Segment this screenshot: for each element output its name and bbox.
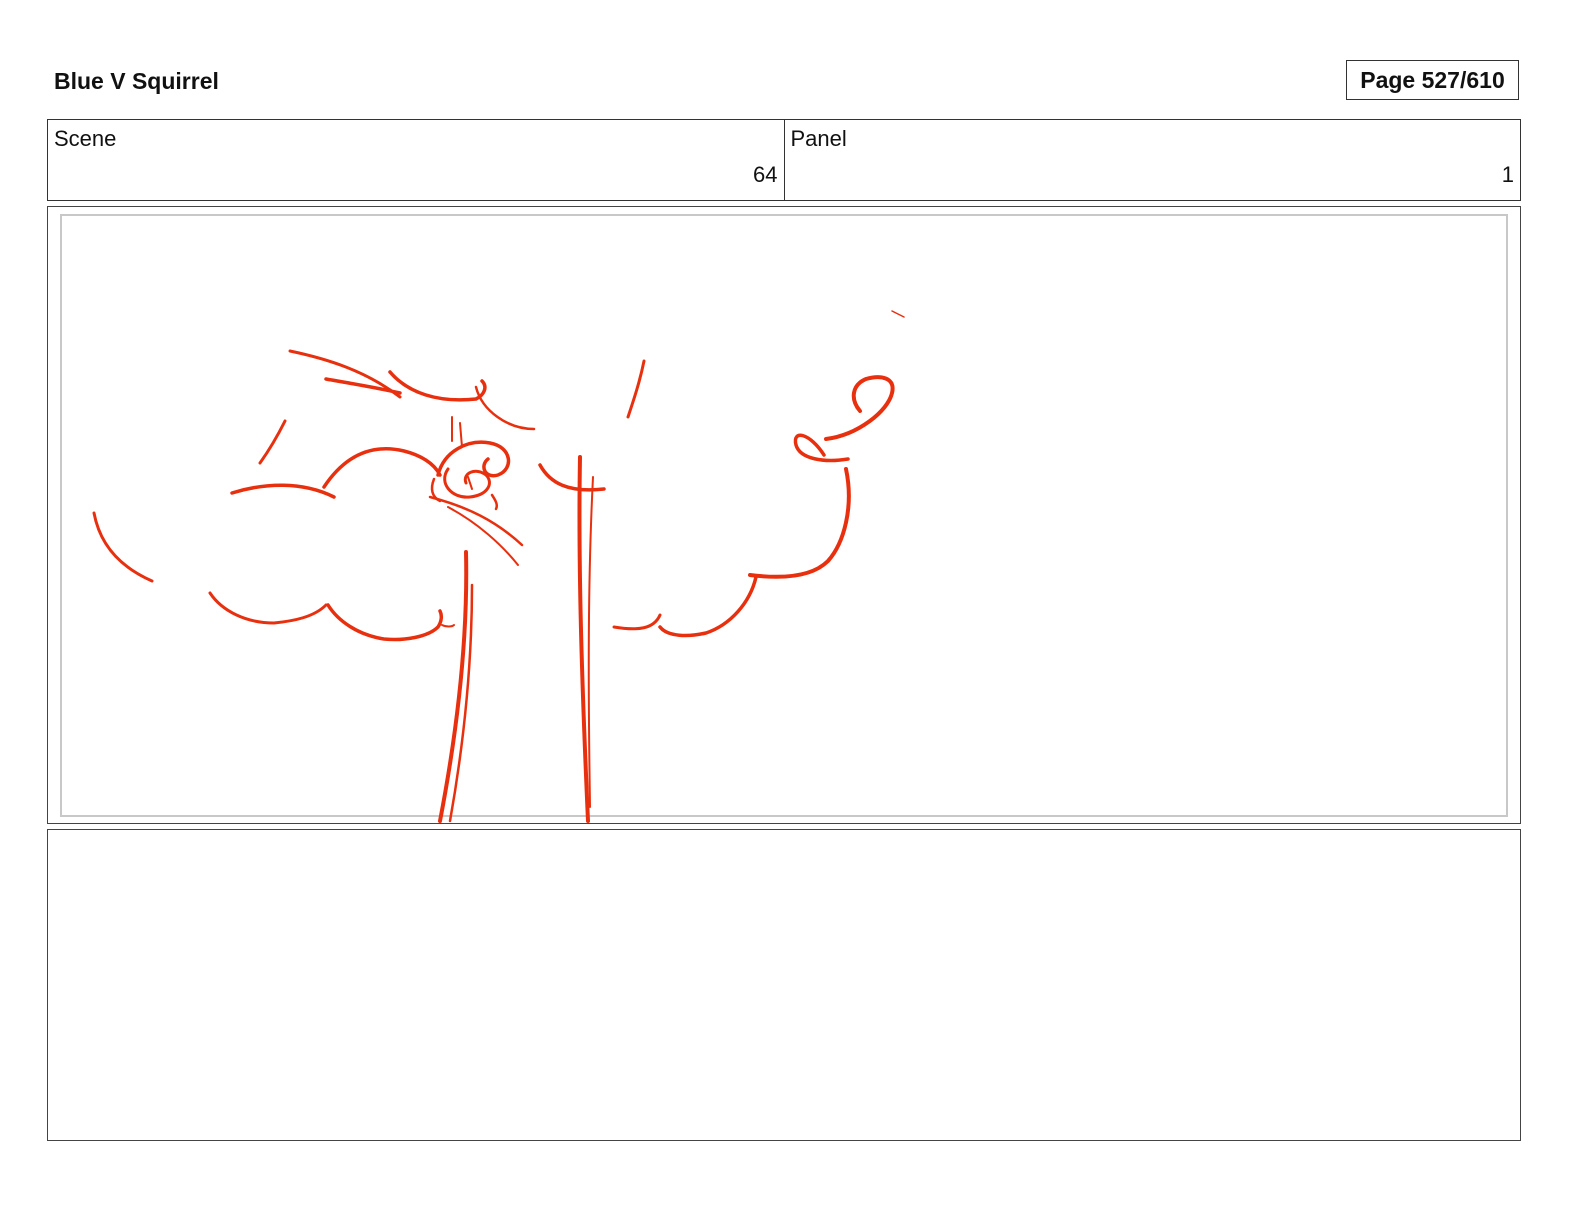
- branch-stroke: [626, 359, 646, 419]
- canopy-bump: [92, 511, 154, 583]
- branch-stroke: [324, 377, 402, 395]
- canopy-bump: [459, 422, 463, 448]
- scene-panel-info: Scene 64 Panel 1: [47, 119, 1521, 201]
- squirrel-sketch: [490, 493, 499, 511]
- canopy-bump: [612, 613, 662, 631]
- panel-label: Panel: [790, 126, 847, 151]
- canopy-bump: [326, 603, 444, 642]
- storyboard-panel: [47, 206, 1521, 824]
- canopy-bump: [538, 463, 606, 492]
- page-indicator: Page 527/610: [1346, 60, 1519, 100]
- canopy-bump: [428, 495, 524, 547]
- canopy-bump: [891, 310, 905, 318]
- scene-number: 64: [753, 162, 778, 187]
- panel-number: 1: [1501, 162, 1514, 187]
- canopy-bump: [388, 370, 487, 402]
- document-title: Blue V Squirrel: [54, 68, 219, 94]
- canopy-swirl: [748, 467, 851, 579]
- trunk-right-stroke: [577, 455, 590, 823]
- trunk-right-stroke-inner: [587, 476, 594, 808]
- canopy-bump: [441, 624, 455, 628]
- tree-sketch: [92, 310, 905, 823]
- canopy-swirl: [824, 375, 895, 441]
- canopy-swirl: [793, 433, 850, 463]
- scene-label: Scene: [54, 126, 117, 151]
- squirrel-sketch: [467, 476, 473, 490]
- canopy-bump: [658, 575, 758, 638]
- squirrel-sketch: [443, 467, 491, 499]
- trunk-left-stroke-inner: [448, 583, 474, 823]
- trunk-left-stroke: [438, 550, 469, 823]
- canopy-bump: [230, 483, 336, 499]
- branch-stroke: [258, 419, 287, 465]
- panel-notes-box: [47, 829, 1521, 1141]
- canopy-bump: [322, 447, 442, 489]
- canopy-bump: [208, 591, 328, 625]
- panel-cell: Panel 1: [783, 120, 1521, 200]
- scene-cell: Scene 64: [48, 120, 784, 200]
